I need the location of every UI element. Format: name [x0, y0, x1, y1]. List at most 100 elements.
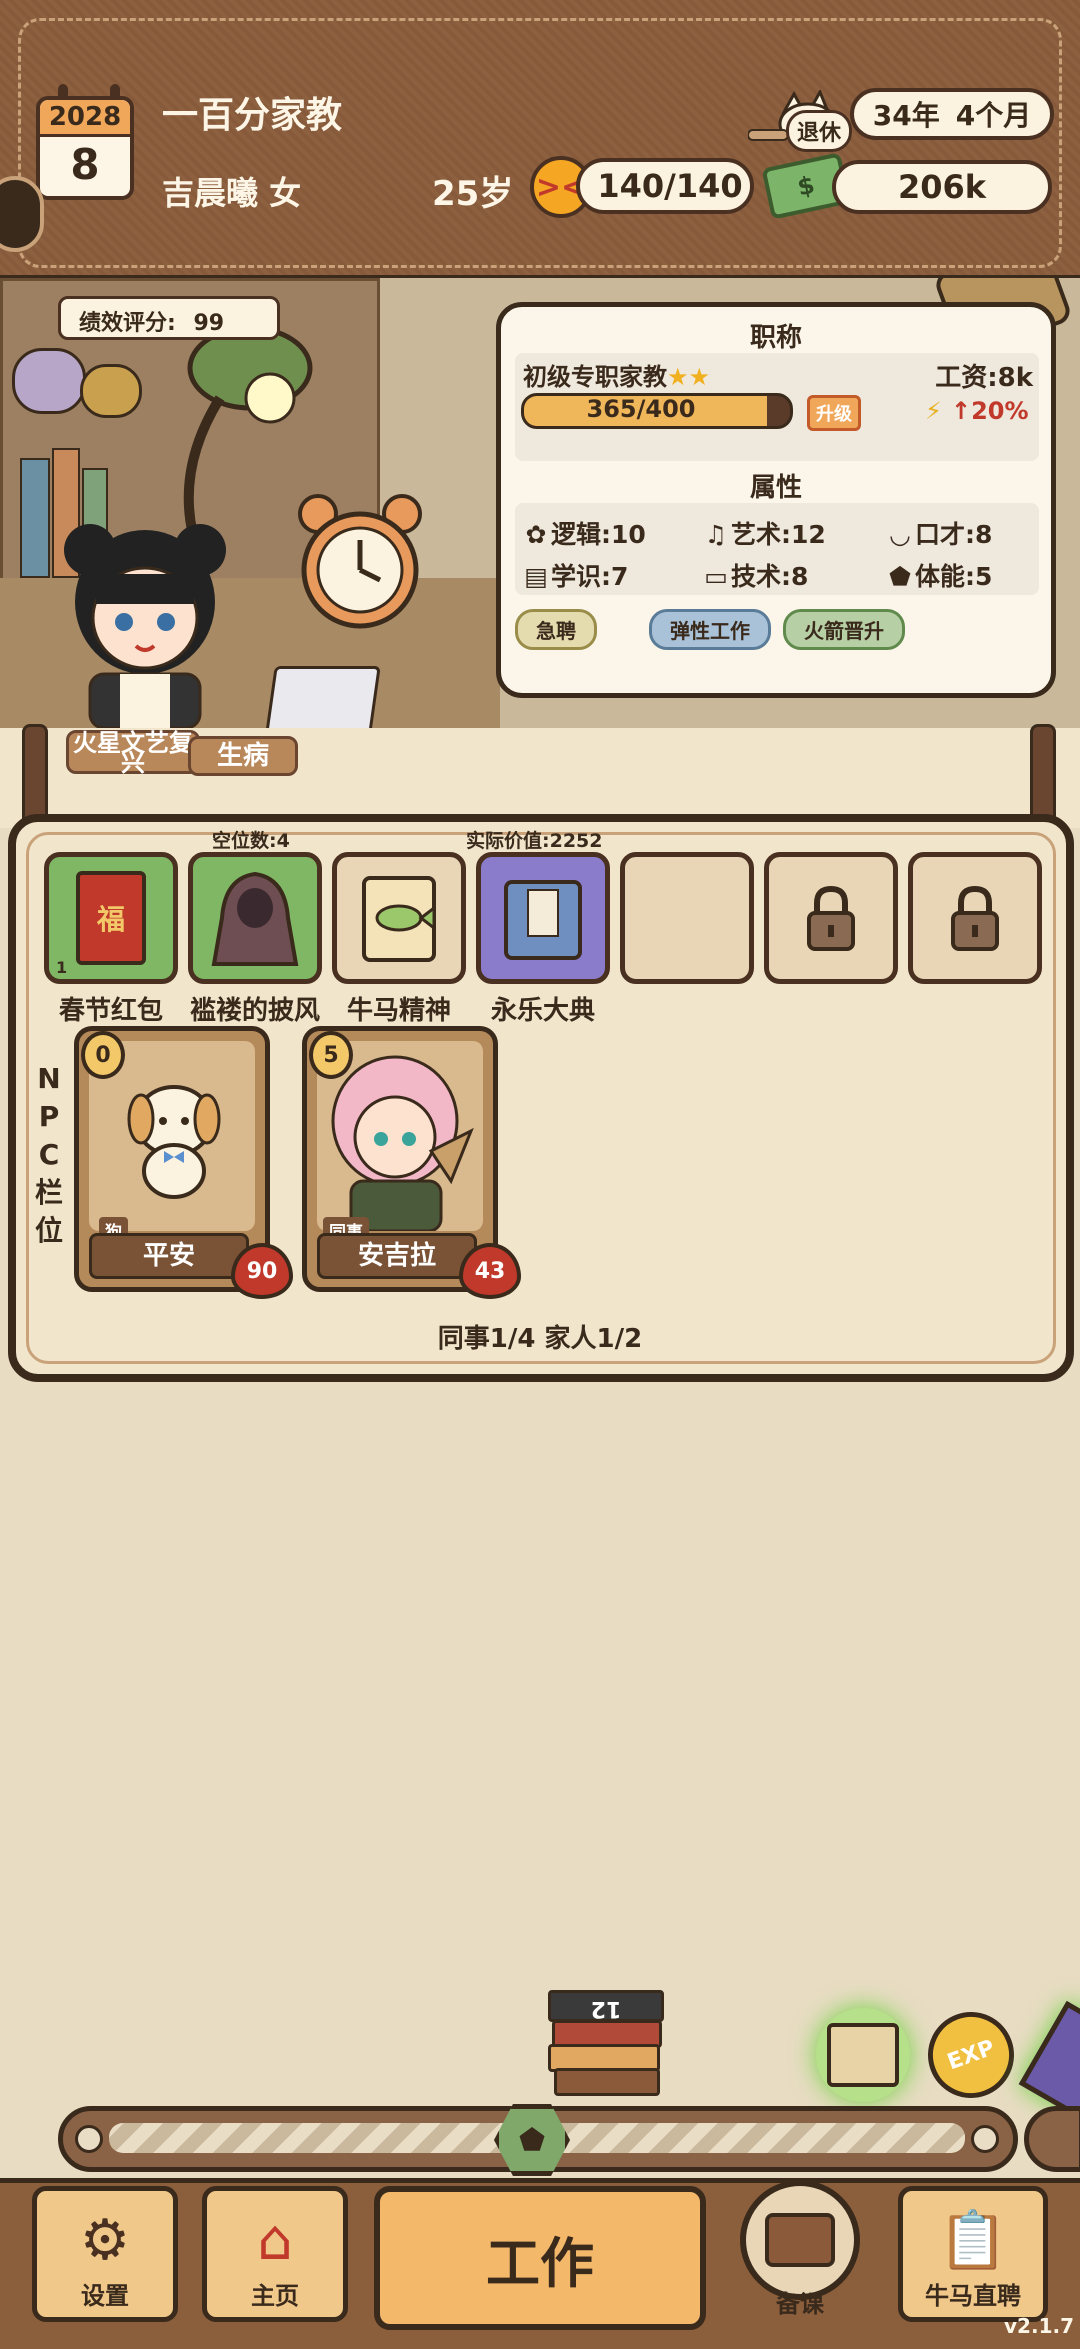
work-button[interactable]: 工作: [374, 2186, 706, 2330]
calendar-month: 8: [70, 140, 100, 189]
character-name: 吉晨曦 女: [162, 174, 302, 212]
performance-score: 绩效评分: 99: [58, 296, 280, 340]
item-slot-locked[interactable]: [764, 852, 898, 984]
xp-text: 365/400: [586, 395, 696, 423]
lock-icon: [807, 885, 855, 951]
job-title: 一百分家教: [162, 95, 343, 136]
attr-tech-value: 技术:8: [731, 562, 809, 591]
item-slot-spirit-book[interactable]: [332, 852, 466, 984]
track-bolt: [75, 2125, 103, 2153]
event-tag-mars-renaissance[interactable]: 火星文艺复兴: [66, 730, 200, 775]
tag-flexible-work: 弹性工作: [649, 609, 771, 650]
fish-book-icon: [362, 876, 436, 962]
attr-tech: ▭ 技术:8: [701, 557, 808, 593]
empty-slots-label: 空位数:4: [212, 830, 290, 852]
item-name: 牛马精神: [346, 996, 451, 1026]
exp-icon[interactable]: EXP: [915, 1999, 1027, 2111]
money-display: 206k: [832, 160, 1052, 214]
attr-stamina-value: 体能:5: [915, 562, 993, 591]
alarm-clock-icon: [298, 494, 422, 629]
item-slot-empty[interactable]: [620, 852, 754, 984]
clipboard-icon: 📋: [938, 2208, 1008, 2273]
retire-countdown: 34年 4个月: [850, 88, 1054, 140]
job-info-card: 职称 初级专职家教★★ 工资:8k 365/400 升级 ⚡ ↑20% 属性 ✿…: [496, 302, 1056, 698]
npc-name: 平安: [89, 1233, 249, 1279]
item-count: 1: [56, 958, 68, 977]
scroll-button[interactable]: [816, 2008, 910, 2102]
attr-art-value: 艺术:12: [731, 520, 826, 549]
settings-button[interactable]: ⚙ 设置: [32, 2186, 178, 2322]
briefcase-icon: [740, 2180, 860, 2300]
retire-years: 34年: [872, 99, 940, 132]
npc-label-char: N: [37, 1062, 61, 1095]
job-rank-name: 初级专职家教: [523, 363, 667, 391]
attr-art: ♫ 艺术:12: [701, 515, 826, 551]
tag-urgent-hire: 急聘: [515, 609, 597, 650]
salary: 工资:8k: [935, 363, 1033, 393]
side-drawer-button[interactable]: [0, 176, 44, 252]
attr-eloquence-value: 口才:8: [915, 520, 993, 549]
npc-label-char: C: [38, 1138, 60, 1171]
item-slot-encyclopedia[interactable]: [476, 852, 610, 984]
salary-bonus: ↑20%: [951, 397, 1029, 425]
event-tag-sick[interactable]: 生病: [188, 736, 298, 776]
book-count: 12: [548, 1990, 664, 2022]
real-value-label: 实际价值:2252: [466, 830, 603, 852]
npc-label-char: P: [38, 1100, 60, 1133]
home-icon: ⌂: [257, 2208, 293, 2273]
monitor-icon: ▭: [704, 562, 728, 591]
attr-logic: ✿ 逻辑:10: [521, 515, 646, 551]
encyclopedia-icon: [504, 880, 582, 960]
player-character: [64, 524, 226, 728]
attr-knowledge: ▤ 学识:7: [521, 557, 628, 593]
book-decoration: [554, 2068, 660, 2096]
attributes-title: 属性: [749, 473, 802, 503]
lock-icon: [951, 885, 999, 951]
item-name: 褴褛的披风: [189, 996, 320, 1026]
home-label: 主页: [251, 2282, 299, 2310]
secondary-track: [1024, 2106, 1080, 2172]
upgrade-button[interactable]: 升级: [807, 395, 861, 431]
profession-title: 职称: [749, 323, 802, 353]
header-stitch-border: [18, 18, 1062, 268]
attr-eloquence: ◡ 口才:8: [885, 515, 992, 551]
top-header: 2028 8 一百分家教 吉晨曦 女 25岁 >< 140/140 退休 34年…: [0, 0, 1080, 275]
book-stack[interactable]: 12: [548, 1990, 664, 2096]
npc-level-medal: 0: [81, 1031, 125, 1079]
npc-card-dog[interactable]: 0 狗 平安 90: [74, 1026, 293, 1299]
hire-button[interactable]: 📋 牛马直聘: [898, 2186, 1048, 2322]
npc-capacity: 同事1/4 家人1/2: [437, 1324, 643, 1354]
book-decoration: [20, 458, 50, 578]
home-button[interactable]: ⌂ 主页: [202, 2186, 348, 2322]
cloak-icon: [211, 871, 299, 966]
calendar: 2028 8: [36, 96, 134, 200]
hire-label: 牛马直聘: [925, 2282, 1021, 2310]
performance-score-label: 绩效评分:: [79, 311, 176, 336]
npc-label-char: 位: [34, 1214, 63, 1247]
tag-rocket-promotion: 火箭晋升: [783, 609, 905, 650]
office-scene: 绩效评分: 99 职称 初级专职家教★★ 工资:8k 365/400 升级 ⚡ …: [0, 275, 1080, 731]
gem-icon[interactable]: [1018, 2000, 1080, 2120]
shield-icon: ⬟: [889, 562, 911, 591]
item-slot-cloak[interactable]: [188, 852, 322, 984]
item-slot-locked[interactable]: [908, 852, 1042, 984]
lips-icon: ◡: [890, 520, 910, 549]
prepare-lesson-button[interactable]: 备课: [738, 2180, 862, 2330]
prepare-label: 备课: [776, 2290, 824, 2318]
retire-months: 4个月: [955, 99, 1032, 132]
npc-card-colleague[interactable]: 5 同事 安吉拉 43: [302, 1026, 521, 1299]
attr-knowledge-value: 学识:7: [551, 562, 629, 591]
briefcase-shape: [765, 2213, 835, 2267]
job-rank: 初级专职家教★★: [523, 357, 710, 392]
track-bolt: [971, 2125, 999, 2153]
red-envelope-icon: 福: [76, 871, 146, 965]
star-icon: ★★: [667, 363, 711, 391]
npc-section-label: N P C 栏 位: [34, 1060, 64, 1250]
version-label: v2.1.7: [1004, 2314, 1074, 2338]
plush-toy: [12, 348, 86, 414]
retire-label: 退休: [786, 110, 853, 152]
item-name: 春节红包: [58, 996, 163, 1026]
npc-level-medal: 5: [309, 1031, 353, 1079]
attr-logic-value: 逻辑:10: [551, 520, 646, 549]
gear-icon: ⚙: [79, 2208, 131, 2273]
